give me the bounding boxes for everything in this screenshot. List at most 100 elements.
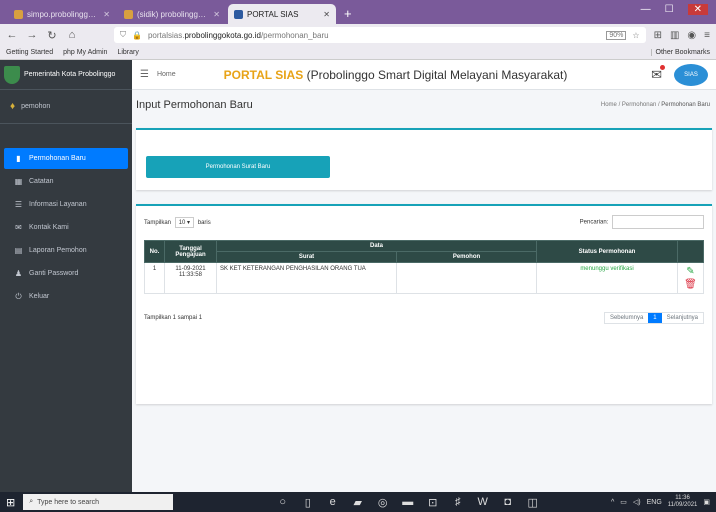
th-data: Data	[216, 240, 537, 252]
word-icon[interactable]: W	[477, 496, 488, 509]
user-panel[interactable]: ♦ pemohon	[0, 90, 132, 124]
list-icon: ☰	[14, 200, 23, 209]
favicon-icon	[14, 9, 23, 19]
pagination-prev[interactable]: Sebelumnya	[605, 313, 648, 323]
address-bar[interactable]: ⛉ 🔒 portalsias.probolinggokota.go.id/per…	[114, 27, 646, 43]
user-icon: ♟	[14, 269, 23, 278]
th-status[interactable]: Status Permohonan	[536, 240, 678, 263]
breadcrumb: Home / Permohonan / Permohonan Baru	[600, 102, 710, 108]
folder-icon[interactable]: ▬	[402, 496, 413, 509]
sidebar-icon[interactable]: ▥	[670, 30, 679, 41]
new-tab-button[interactable]: +	[338, 6, 358, 24]
search-input[interactable]	[612, 215, 704, 229]
trash-icon[interactable]: 🗑	[681, 279, 700, 290]
back-icon[interactable]: ←	[6, 29, 18, 41]
network-icon[interactable]: ▭	[620, 498, 627, 506]
windows-start-icon[interactable]: ⊞	[6, 496, 15, 509]
edit-icon[interactable]: ✎	[681, 266, 700, 277]
language-indicator[interactable]: ENG	[647, 499, 662, 506]
message-icon[interactable]: ✉	[651, 64, 665, 83]
other-bookmarks[interactable]: Other Bookmarks	[650, 49, 710, 56]
volume-icon[interactable]: ◁)	[633, 498, 641, 506]
browser-tab-1[interactable]: simpo.probolinggokota.go.id ✕	[8, 4, 116, 24]
th-action	[677, 240, 704, 263]
breadcrumb-mid[interactable]: Permohonan	[622, 102, 656, 108]
lock-icon: 🔒	[132, 30, 142, 40]
browser-nav-bar: ← → ↻ ⌂ ⛉ 🔒 portalsias.probolinggokota.g…	[0, 24, 716, 46]
app-icon[interactable]: ♯	[452, 496, 463, 509]
sidebar-item-ganti-password[interactable]: ♟ Ganti Password	[4, 263, 128, 284]
pagination-page-1[interactable]: 1	[648, 313, 662, 323]
new-request-card: Permohonan Surat Baru	[136, 128, 712, 190]
request-table: No. Tanggal Pengajuan Data Status Permoh…	[144, 240, 704, 294]
app-icon[interactable]: ◘	[502, 496, 513, 509]
chrome-icon[interactable]: ◎	[377, 496, 388, 509]
brand-text: Pemerintah Kota Probolinggo	[24, 71, 116, 78]
app-icon[interactable]: ◫	[527, 496, 538, 509]
th-pemohon[interactable]: Pemohon	[396, 251, 537, 263]
close-tab-icon[interactable]: ✕	[323, 10, 330, 19]
sias-logo: SIAS	[674, 63, 708, 86]
breadcrumb-active: Permohonan Baru	[661, 102, 710, 108]
mail-icon: ✉	[15, 223, 22, 232]
pagination-next[interactable]: Selanjutnya	[662, 313, 703, 323]
browser-tab-2[interactable]: (sidik) probolinggokota.go.id ✕	[118, 4, 226, 24]
window-controls: — ☐ ✕	[641, 4, 708, 15]
maximize-icon[interactable]: ☐	[665, 4, 674, 15]
pagination: Sebelumnya 1 Selanjutnya	[603, 312, 704, 324]
bookmark-star-icon[interactable]: ☆	[632, 31, 639, 40]
sidebar-item-keluar[interactable]: ⏻ Keluar	[4, 286, 128, 307]
extension-icon[interactable]: ◉	[687, 30, 696, 41]
th-no[interactable]: No.	[144, 240, 165, 263]
bookmark-item[interactable]: php My Admin	[63, 49, 107, 56]
brand[interactable]: Pemerintah Kota Probolinggo	[0, 60, 132, 90]
clock[interactable]: 11:36 11/09/2021	[668, 495, 698, 509]
page-title: Input Permohonan Baru	[136, 99, 253, 111]
cell-pemohon	[396, 262, 537, 294]
library-icon[interactable]: ⊞	[654, 30, 662, 41]
portal-title: PORTAL SIAS (Probolinggo Smart Digital M…	[223, 67, 568, 82]
bookmark-item[interactable]: Library	[117, 49, 138, 56]
close-window-icon[interactable]: ✕	[687, 4, 708, 15]
close-tab-icon[interactable]: ✕	[103, 10, 110, 19]
sidebar-item-catatan[interactable]: ▦ Catatan	[4, 171, 128, 192]
reload-icon[interactable]: ↻	[46, 29, 58, 42]
table-row: 1 11-09-2021 11:33:58 SK KET KETERANGAN …	[144, 262, 704, 294]
hamburger-icon[interactable]: ☰	[140, 69, 149, 80]
bookmark-item[interactable]: Getting Started	[6, 49, 53, 56]
table-footer: Tampilkan 1 sampai 1 Sebelumnya 1 Selanj…	[144, 312, 704, 324]
home-link[interactable]: Home	[157, 71, 176, 78]
file-explorer-icon[interactable]: ▰	[352, 496, 363, 509]
status-badge: menunggu verifikasi	[536, 262, 678, 294]
new-request-button[interactable]: Permohonan Surat Baru	[146, 156, 330, 178]
store-icon[interactable]: ⊡	[427, 496, 438, 509]
close-tab-icon[interactable]: ✕	[213, 10, 220, 19]
page-length-select[interactable]: 10 ▾	[174, 216, 195, 228]
zoom-level[interactable]: 90%	[606, 30, 627, 40]
forward-icon[interactable]: →	[26, 29, 38, 41]
favicon-icon	[234, 9, 243, 19]
th-surat[interactable]: Surat	[216, 251, 397, 263]
home-icon[interactable]: ⌂	[66, 29, 78, 41]
shield-icon: ⛉	[120, 30, 126, 39]
edge-icon[interactable]: e	[327, 496, 338, 509]
sidebar-item-informasi-layanan[interactable]: ☰ Informasi Layanan	[4, 194, 128, 215]
table-tools: Tampilkan 10 ▾ baris Pencarian:	[144, 214, 704, 230]
taskbar-search[interactable]: ⌕ Type here to search	[23, 494, 174, 510]
task-view-icon[interactable]: ▯	[302, 496, 313, 509]
sidebar-item-kontak-kami[interactable]: ✉ Kontak Kami	[4, 217, 128, 238]
sidebar-item-permohonan-baru[interactable]: ▮ Permohonan Baru	[4, 148, 128, 169]
cortana-icon[interactable]: ○	[277, 496, 288, 509]
table-search: Pencarian:	[580, 215, 704, 229]
browser-tab-active[interactable]: PORTAL SIAS ✕	[228, 4, 336, 24]
main-content: ☰ Home PORTAL SIAS (Probolinggo Smart Di…	[132, 60, 716, 492]
tray-chevron-icon[interactable]: ^	[611, 499, 614, 506]
user-name: pemohon	[21, 103, 51, 110]
menu-icon[interactable]: ≡	[704, 30, 710, 41]
breadcrumb-home[interactable]: Home	[601, 102, 617, 108]
sidebar-item-laporan-pemohon[interactable]: ▤ Laporan Pemohon	[4, 240, 128, 261]
th-tanggal[interactable]: Tanggal Pengajuan	[164, 240, 217, 263]
notification-icon[interactable]: ▣	[703, 498, 710, 506]
cell-tanggal: 11-09-2021 11:33:58	[164, 262, 217, 294]
minimize-icon[interactable]: —	[641, 4, 651, 15]
